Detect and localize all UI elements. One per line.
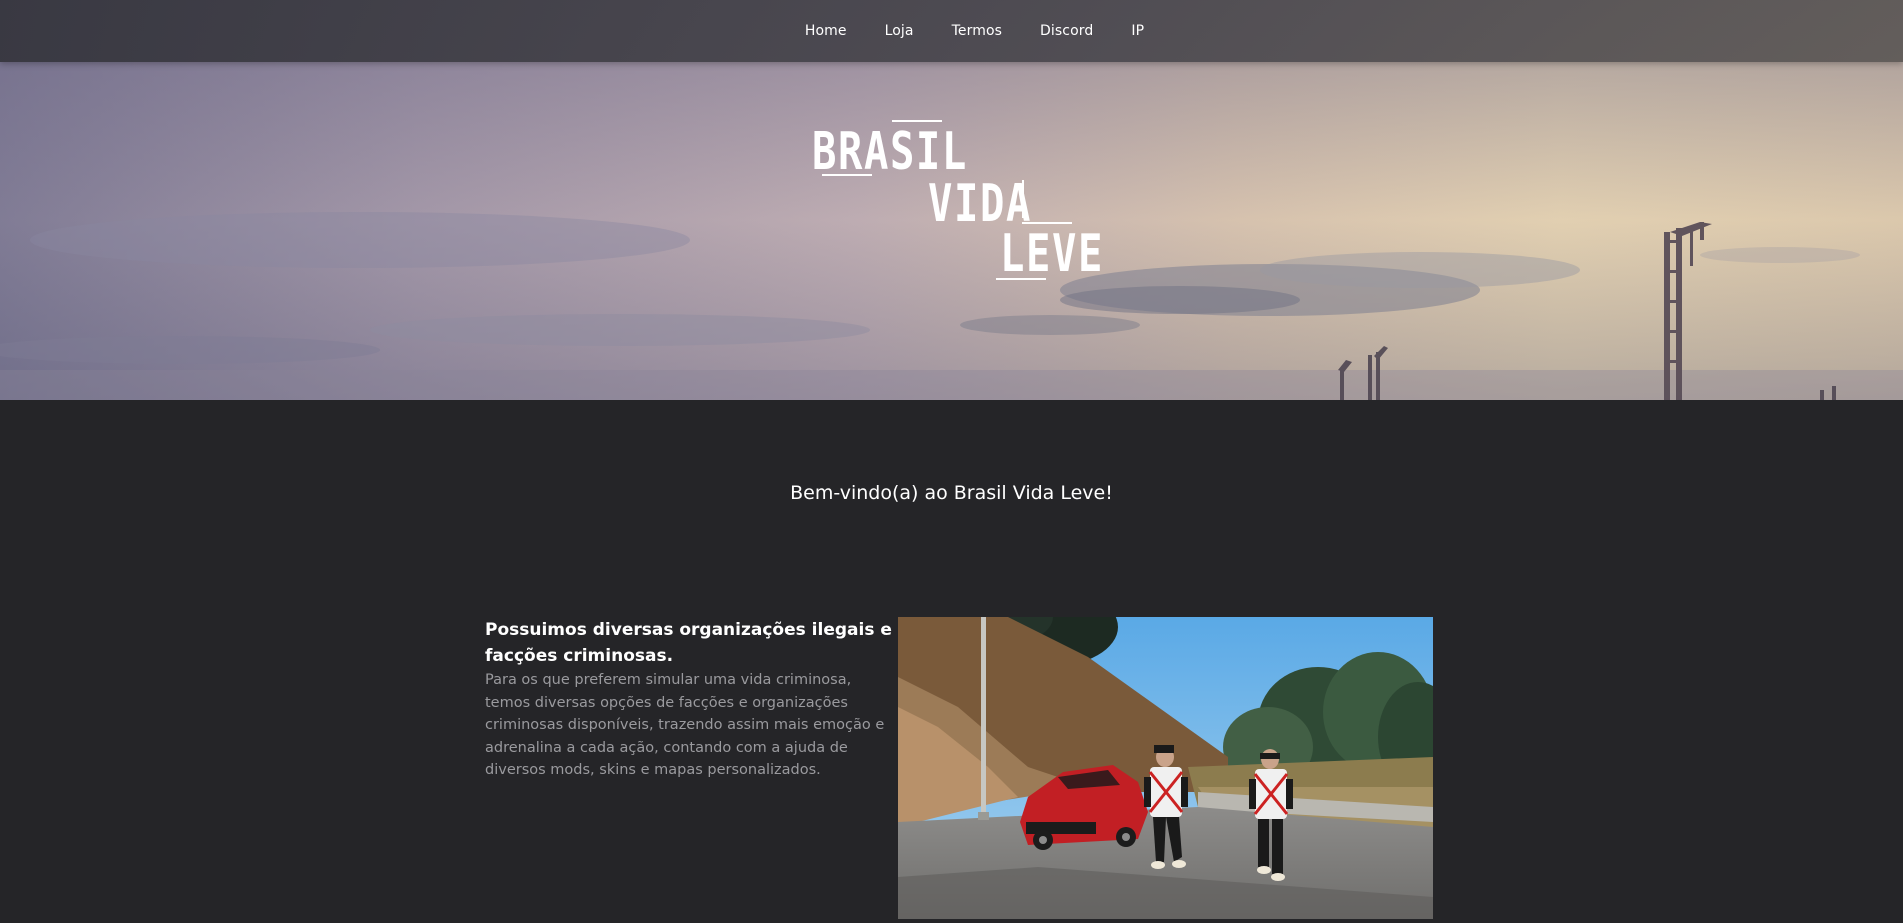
nav-discord-link[interactable]: Discord bbox=[1021, 23, 1112, 39]
nav-links: Home Loja Termos Discord IP bbox=[786, 23, 1163, 39]
feature-description: Para os que preferem simular uma vida cr… bbox=[485, 672, 885, 779]
welcome-heading: Bem-vindo(a) ao Brasil Vida Leve! bbox=[790, 482, 1113, 504]
top-navbar: Home Loja Termos Discord IP bbox=[0, 0, 1903, 62]
logo-word-vida: VIDA bbox=[928, 174, 1032, 234]
page: BRASIL VIDA LEVE Home Loja Termos Discor… bbox=[0, 0, 1903, 923]
nav-loja-link[interactable]: Loja bbox=[866, 23, 933, 39]
logo-decor-line bbox=[996, 278, 1046, 280]
feature-title: Possuimos diversas organizações ilegais … bbox=[485, 620, 892, 666]
nav-home-link[interactable]: Home bbox=[786, 23, 866, 39]
logo-decor-line bbox=[1022, 180, 1024, 218]
game-screenshot-image bbox=[898, 617, 1433, 919]
brand-logo[interactable]: BRASIL VIDA LEVE bbox=[808, 116, 1108, 286]
logo-word-leve: LEVE bbox=[1000, 224, 1104, 284]
logo-word-brasil: BRASIL bbox=[812, 122, 968, 182]
nav-ip-link[interactable]: IP bbox=[1112, 23, 1163, 39]
logo-decor-line bbox=[822, 174, 872, 176]
nav-termos-link[interactable]: Termos bbox=[933, 23, 1021, 39]
